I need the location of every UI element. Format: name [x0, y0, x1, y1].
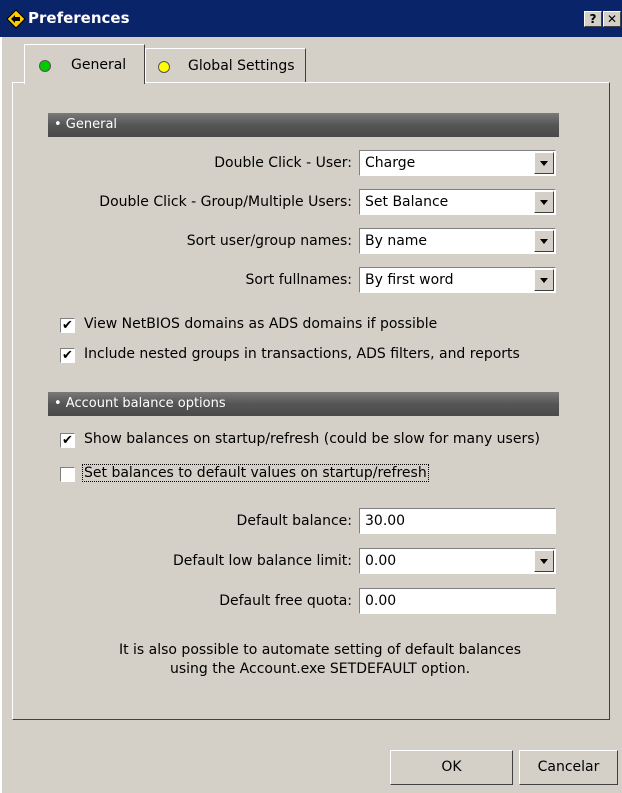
nested-groups-label: Include nested groups in transactions, A… — [84, 346, 520, 362]
default-balance-value: 30.00 — [365, 513, 406, 529]
ok-button[interactable]: OK — [390, 750, 513, 785]
green-status-icon — [39, 60, 51, 72]
double-click-user-value: Charge — [365, 155, 416, 171]
chevron-down-icon[interactable] — [534, 152, 554, 174]
close-button[interactable]: ✕ — [603, 11, 621, 27]
chevron-down-icon[interactable] — [534, 230, 554, 252]
sort-fullnames-label: Sort fullnames: — [245, 272, 352, 288]
free-quota-value: 0.00 — [365, 593, 397, 609]
netbios-checkbox[interactable]: ✔ — [60, 318, 75, 333]
sort-fullnames-select[interactable]: By first word — [359, 267, 556, 293]
tab-global-settings[interactable]: Global Settings — [145, 48, 306, 82]
cancel-button[interactable]: Cancelar — [519, 750, 618, 785]
balance-section-header: • Account balance options — [48, 392, 559, 416]
default-balance-field[interactable]: 30.00 — [359, 508, 556, 534]
double-click-group-label: Double Click - Group/Multiple Users: — [99, 194, 352, 210]
nested-groups-checkbox[interactable]: ✔ — [60, 348, 75, 363]
help-button[interactable]: ? — [584, 11, 602, 27]
sort-names-select[interactable]: By name — [359, 228, 556, 254]
tab-general-label: General — [71, 57, 127, 73]
set-defaults-checkbox[interactable] — [60, 467, 75, 482]
tab-general[interactable]: General — [24, 44, 145, 84]
chevron-down-icon[interactable] — [534, 269, 554, 291]
low-limit-select[interactable]: 0.00 — [359, 548, 556, 574]
note-line-2: using the Account.exe SETDEFAULT option. — [169, 661, 471, 677]
chevron-down-icon[interactable] — [534, 550, 554, 572]
tab-global-settings-label: Global Settings — [188, 58, 295, 74]
low-limit-label: Default low balance limit: — [172, 553, 352, 569]
low-limit-value: 0.00 — [365, 553, 397, 569]
general-section-header: • General — [48, 113, 559, 137]
double-click-user-label: Double Click - User: — [214, 155, 352, 171]
yellow-status-icon — [158, 61, 170, 73]
chevron-down-icon[interactable] — [534, 191, 554, 213]
double-click-group-value: Set Balance — [365, 194, 449, 210]
double-click-user-select[interactable]: Charge — [359, 150, 556, 176]
default-balance-label: Default balance: — [236, 513, 352, 529]
free-quota-field[interactable]: 0.00 — [359, 588, 556, 614]
double-click-group-select[interactable]: Set Balance — [359, 189, 556, 215]
window-border — [0, 37, 2, 793]
note-line-1: It is also possible to automate setting … — [118, 642, 522, 658]
app-icon — [6, 9, 26, 29]
sort-fullnames-value: By first word — [365, 272, 454, 288]
set-defaults-label-wrap: Set balances to default values on startu… — [82, 464, 429, 482]
sort-names-label: Sort user/group names: — [186, 233, 352, 249]
window-title: Preferences — [28, 9, 130, 27]
show-balances-label: Show balances on startup/refresh (could … — [84, 431, 540, 447]
free-quota-label: Default free quota: — [219, 593, 352, 609]
show-balances-checkbox[interactable]: ✔ — [60, 433, 75, 448]
set-defaults-label: Set balances to default values on startu… — [82, 464, 429, 482]
netbios-label: View NetBIOS domains as ADS domains if p… — [84, 316, 438, 332]
sort-names-value: By name — [365, 233, 428, 249]
